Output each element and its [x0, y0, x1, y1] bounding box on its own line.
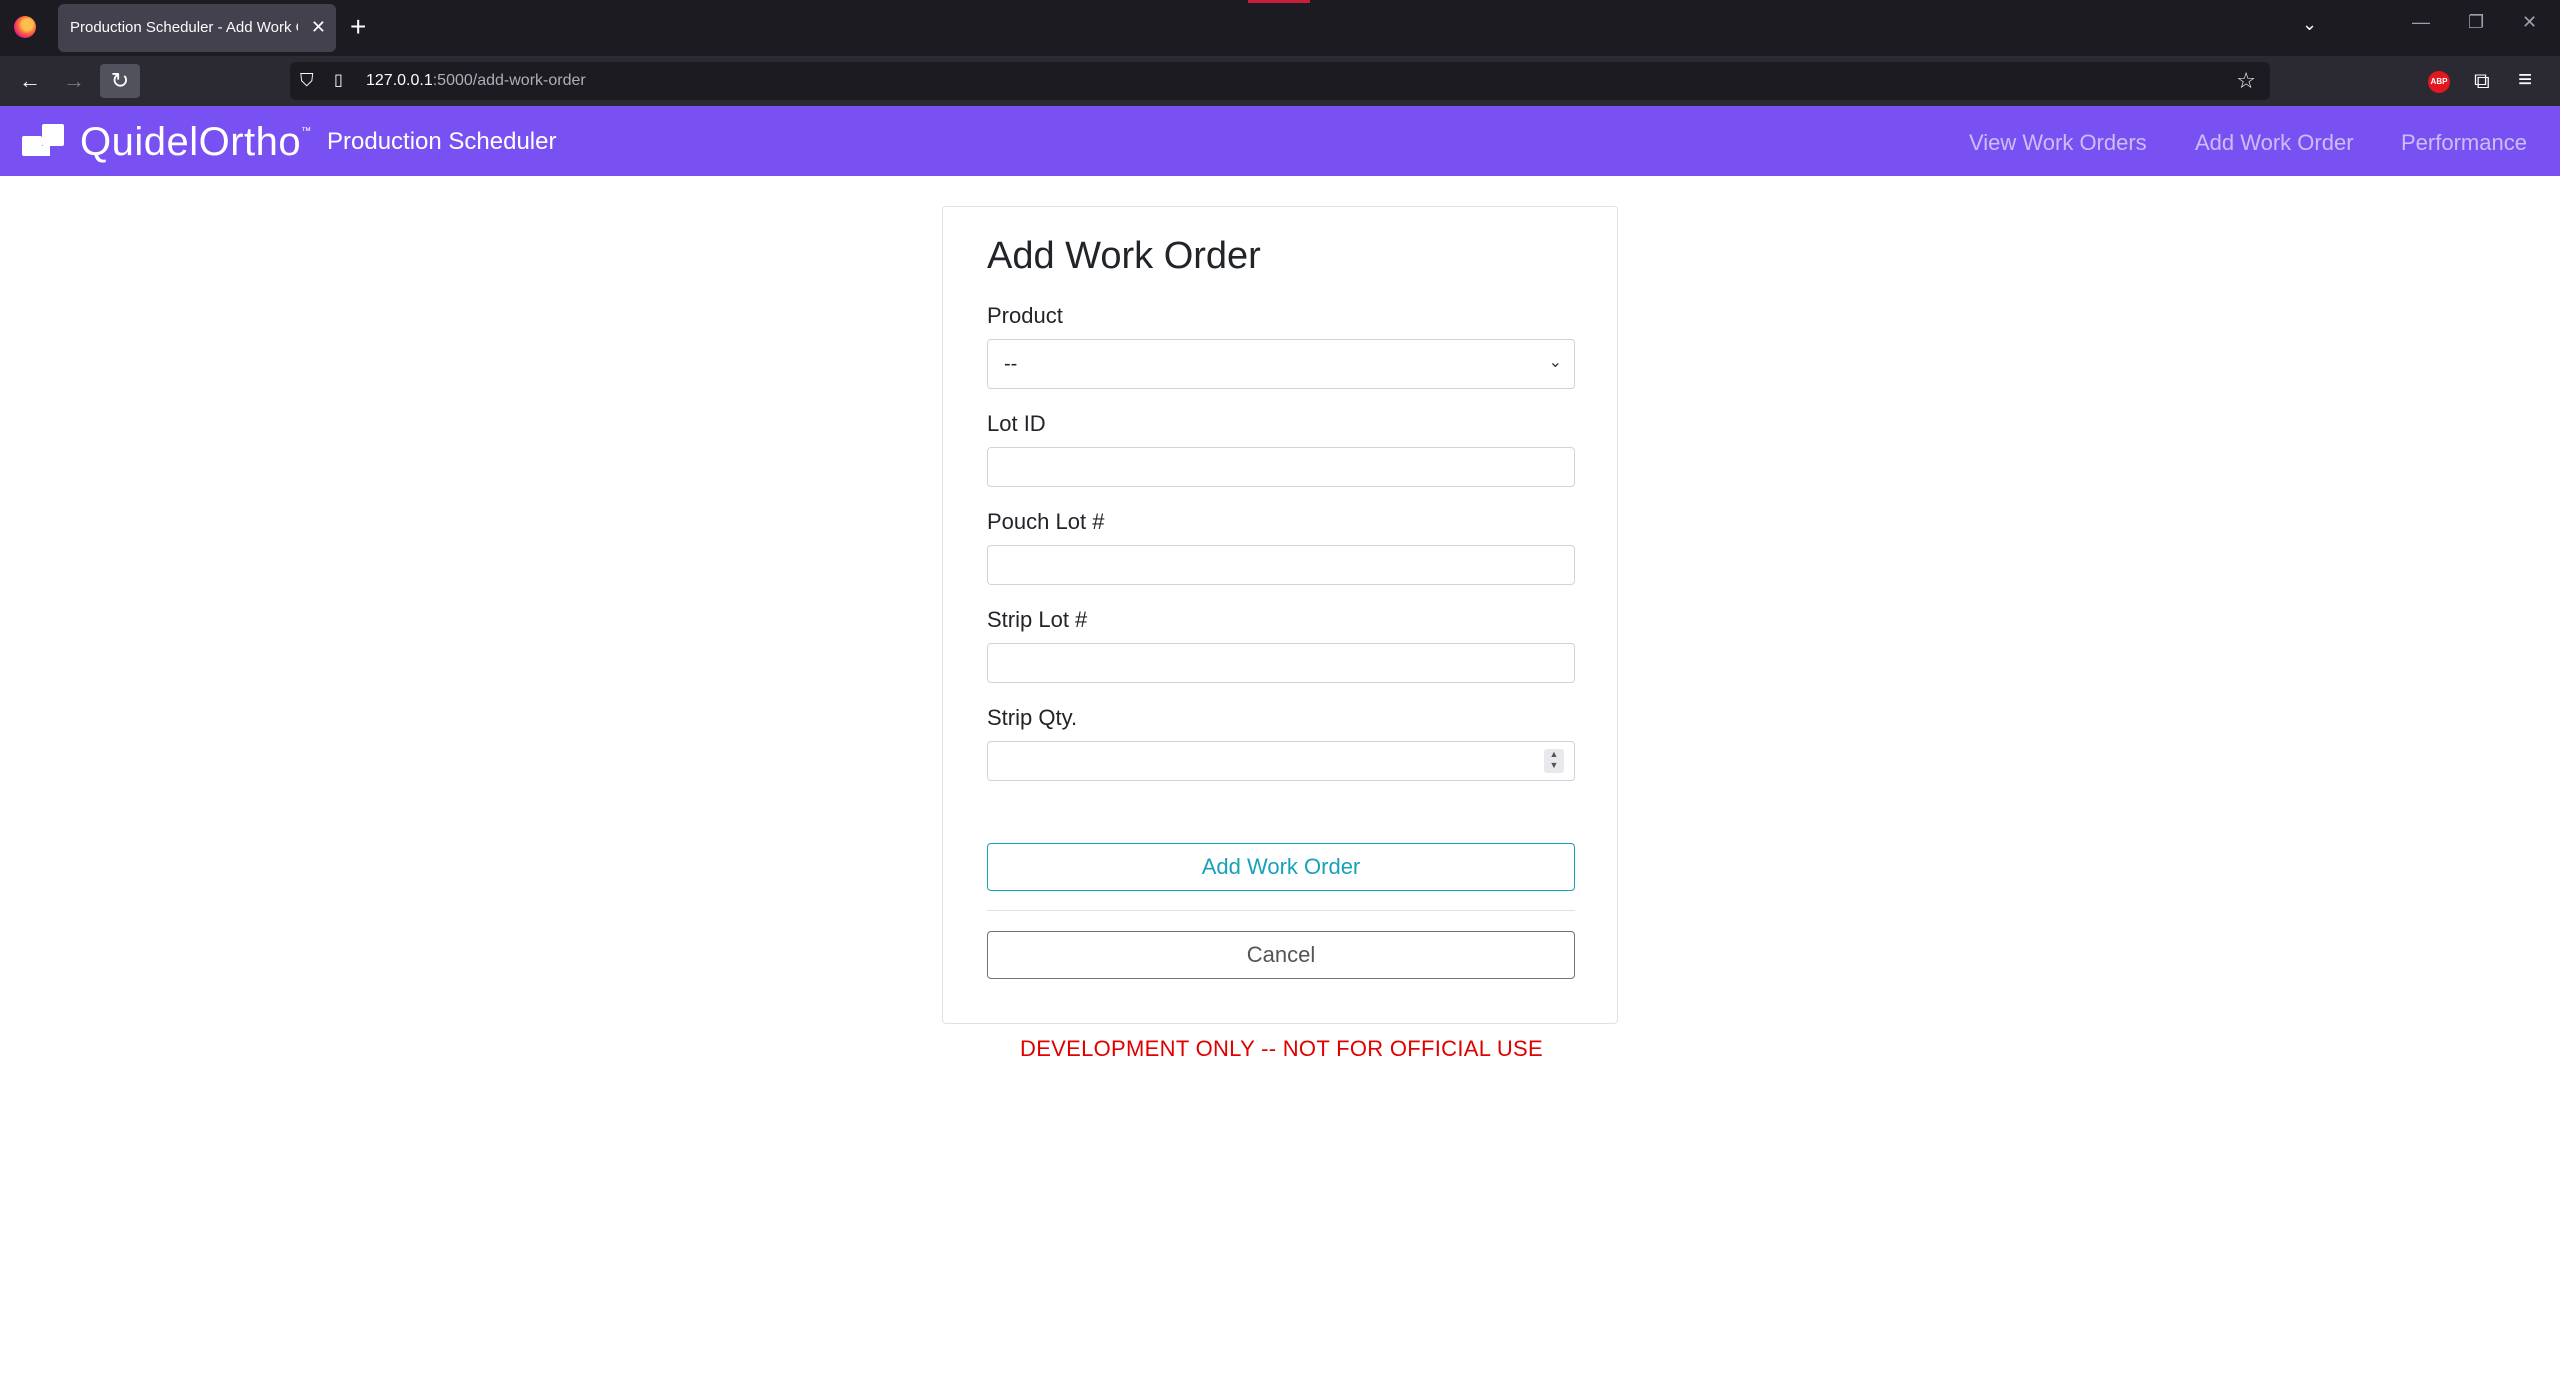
lot-id-input[interactable]	[987, 447, 1575, 487]
page-icon[interactable]: ▯	[334, 70, 343, 90]
development-warning: DEVELOPMENT ONLY -- NOT FOR OFFICIAL USE	[1020, 1036, 1543, 1061]
extensions-icon[interactable]: ⧉	[2474, 68, 2490, 94]
cancel-button[interactable]: Cancel	[987, 931, 1575, 979]
page-title: Add Work Order	[987, 235, 1261, 277]
browser-tab[interactable]: Production Scheduler - Add Work Order ✕	[58, 4, 336, 52]
number-spinner-icon[interactable]: ▲ ▼	[1544, 749, 1564, 773]
nav-performance[interactable]: Performance	[2401, 130, 2527, 156]
chevron-down-icon: ⌄	[1548, 354, 1562, 371]
product-selected-value: --	[1004, 353, 1018, 375]
bookmark-star-icon[interactable]: ☆	[2236, 68, 2256, 94]
lot-id-label: Lot ID	[987, 411, 1046, 436]
app-navbar: QuidelOrtho™ Production Scheduler View W…	[0, 106, 2560, 176]
url-bar[interactable]: ⛉ ▯ 127.0.0.1:5000/add-work-order ☆	[290, 62, 2270, 100]
list-tabs-chevron-down-icon[interactable]: ⌄	[2302, 14, 2317, 35]
private-indicator	[1248, 0, 1310, 3]
strip-qty-label: Strip Qty.	[987, 705, 1078, 730]
product-select[interactable]: -- ⌄	[987, 339, 1575, 389]
url-text[interactable]: 127.0.0.1:5000/add-work-order	[366, 72, 586, 90]
tab-title: Production Scheduler - Add Work Order	[70, 19, 298, 36]
nav-view-work-orders[interactable]: View Work Orders	[1969, 130, 2147, 156]
product-label: Product	[987, 303, 1063, 328]
new-tab-plus-icon[interactable]: +	[350, 10, 366, 44]
back-arrow-icon[interactable]: ←	[10, 64, 50, 98]
add-work-order-button[interactable]: Add Work Order	[987, 843, 1575, 891]
forward-arrow-icon[interactable]: →	[54, 64, 94, 98]
strip-lot-label: Strip Lot #	[987, 607, 1088, 632]
browser-tab-bar: Production Scheduler - Add Work Order ✕ …	[0, 0, 2560, 56]
strip-lot-input[interactable]	[987, 643, 1575, 683]
reload-icon[interactable]: ↻	[100, 64, 140, 98]
window-close-icon[interactable]: ✕	[2522, 12, 2537, 33]
browser-toolbar: ← → ↻ ⛉ ▯ 127.0.0.1:5000/add-work-order …	[0, 56, 2560, 106]
hamburger-menu-icon[interactable]: ≡	[2518, 66, 2532, 94]
restore-icon[interactable]: ❐	[2468, 12, 2484, 33]
brand-name[interactable]: QuidelOrtho™	[80, 120, 312, 165]
pouch-lot-input[interactable]	[987, 545, 1575, 585]
adblock-icon[interactable]: ABP	[2428, 71, 2450, 93]
pouch-lot-label: Pouch Lot #	[987, 509, 1105, 534]
tab-close-icon[interactable]: ✕	[311, 16, 326, 38]
divider	[987, 910, 1575, 911]
strip-qty-input[interactable]: ▲ ▼	[987, 741, 1575, 781]
minimize-icon[interactable]: —	[2412, 12, 2430, 33]
add-work-order-card: Add Work Order Product -- ⌄ Lot ID Pouch…	[942, 206, 1618, 1024]
quidelortho-logo-icon[interactable]	[22, 124, 66, 158]
nav-add-work-order[interactable]: Add Work Order	[2195, 130, 2354, 156]
shield-icon[interactable]: ⛉	[300, 70, 314, 91]
app-title[interactable]: Production Scheduler	[327, 128, 556, 156]
firefox-logo-icon[interactable]	[14, 16, 36, 38]
